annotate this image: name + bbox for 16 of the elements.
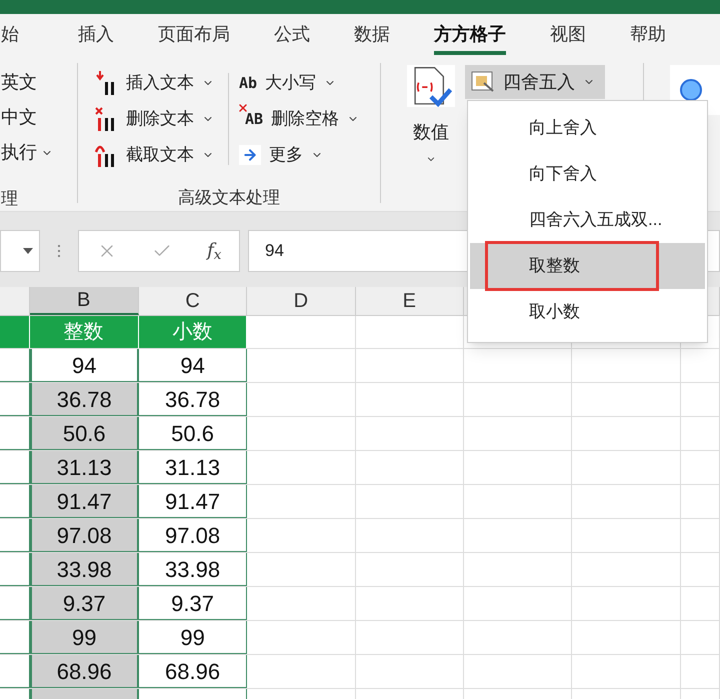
letters-icon: AB [238,108,264,130]
table-cell: 97.08 [138,519,248,552]
table-header-cell: 整数 [30,316,139,348]
table-cell: 36.78 [138,383,248,416]
table-header-cell: 小数 [138,316,248,348]
table-cell: 68.96 [138,655,248,688]
table-cell: 31.13 [138,451,248,484]
letters-icon: Ab [238,72,258,94]
table-cell: 99 [138,621,248,654]
table-cell: 50.6 [138,417,248,450]
table-cell: 9.37 [138,587,248,620]
table-cell: 94 [138,349,248,382]
group-label: 理 [0,188,18,210]
table-cell: 33.98 [138,553,248,586]
group-label: 高级文本处理 [178,187,280,209]
table-cell: 91.47 [138,485,248,518]
